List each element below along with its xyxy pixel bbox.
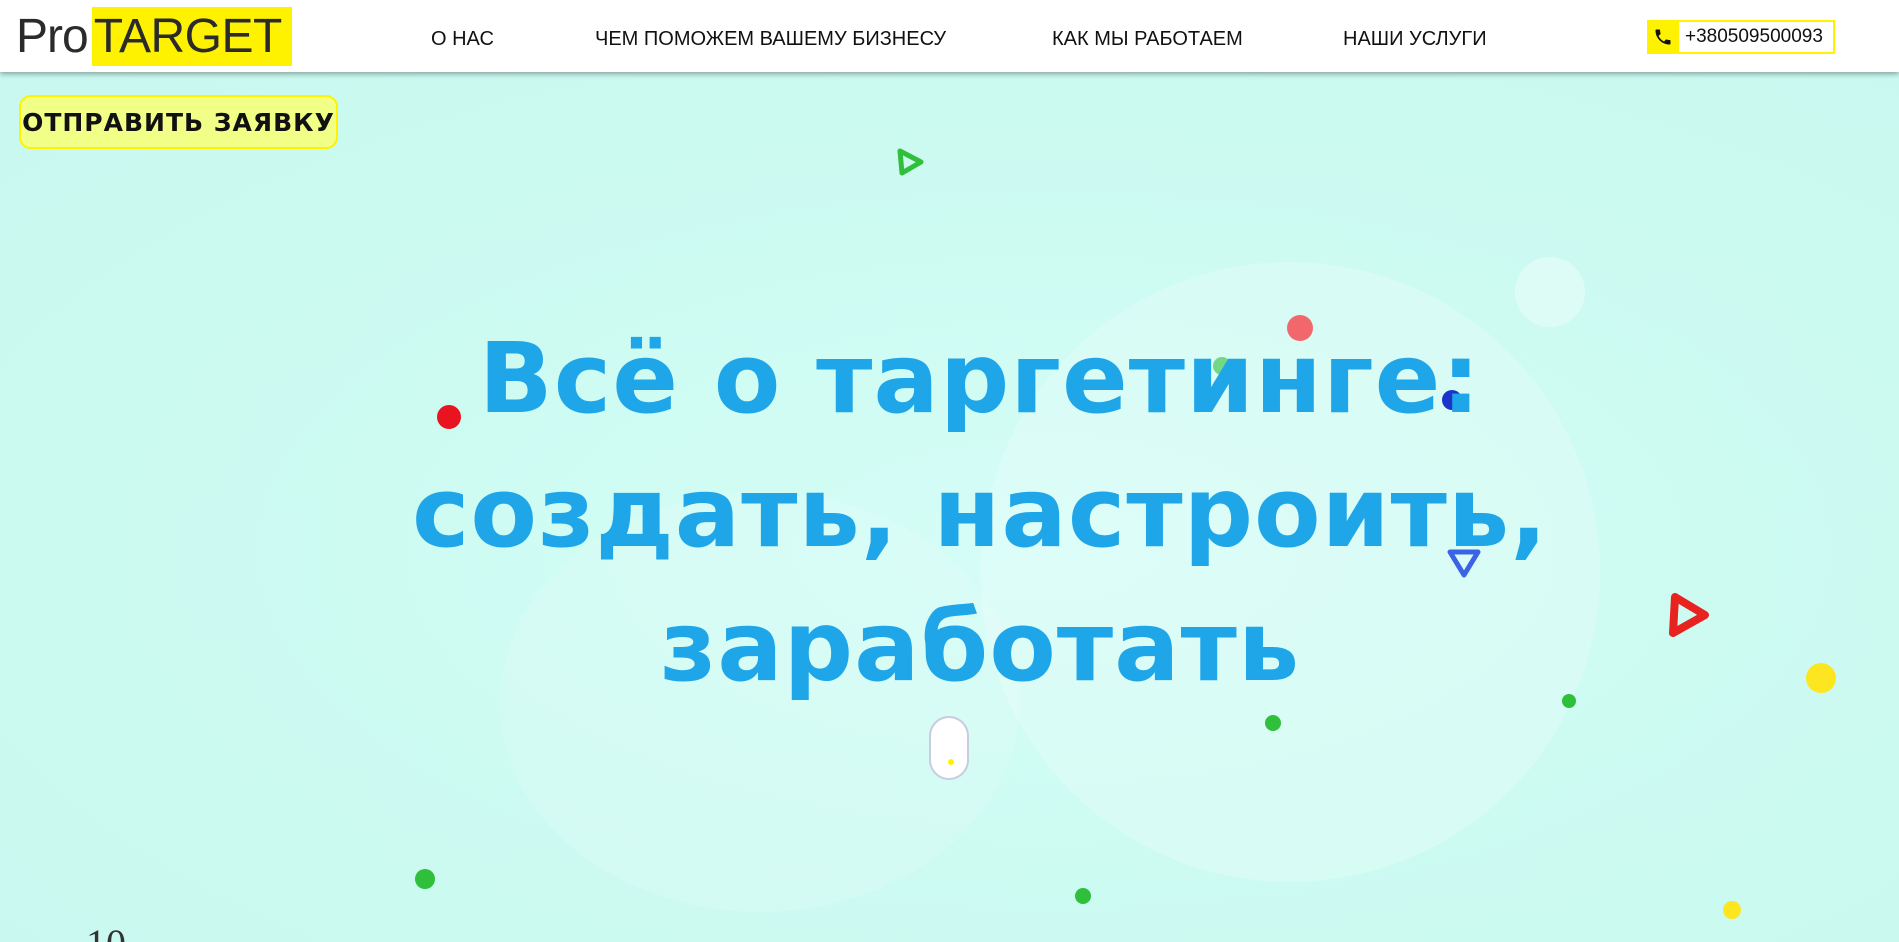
send-request-button[interactable]: ОТПРАВИТЬ ЗАЯВКУ [19, 95, 338, 149]
hero-title-line: заработать [659, 590, 1301, 703]
scroll-indicator-dot [948, 759, 954, 765]
triangle-decoration [897, 148, 924, 176]
hero-title-line: Всё о таргетинге: [478, 322, 1482, 435]
dot-decoration [1723, 901, 1741, 919]
dot-decoration [415, 869, 435, 889]
section-heading-partial: 10 [86, 924, 126, 942]
triangle-decoration [1669, 593, 1709, 637]
logo-text-pro: Pro [16, 10, 89, 63]
phone-button[interactable]: +380509500093 [1647, 20, 1835, 54]
nav-link-about[interactable]: О НАС [431, 27, 494, 51]
nav-link-how-we-help[interactable]: ЧЕМ ПОМОЖЕМ ВАШЕМУ БИЗНЕСУ [595, 27, 946, 51]
site-logo[interactable]: Pro TARGET [16, 7, 292, 66]
dot-decoration [1075, 888, 1091, 904]
phone-icon [1647, 21, 1679, 53]
logo-text-target: TARGET [91, 7, 292, 66]
site-header: Pro TARGET О НАС ЧЕМ ПОМОЖЕМ ВАШЕМУ БИЗН… [0, 0, 1899, 72]
hero-title: Всё о таргетинге: создать, настроить, за… [380, 312, 1580, 714]
dot-decoration [1806, 663, 1836, 693]
phone-number: +380509500093 [1685, 26, 1823, 47]
scroll-down-indicator[interactable] [929, 716, 969, 780]
nav-link-how-we-work[interactable]: КАК МЫ РАБОТАЕМ [1052, 27, 1243, 51]
dot-decoration [1265, 715, 1281, 731]
hero-section: ОТПРАВИТЬ ЗАЯВКУ Всё о таргетинге: созда… [0, 72, 1899, 942]
nav-link-services[interactable]: НАШИ УСЛУГИ [1343, 27, 1487, 51]
hero-title-line: создать, настроить, [411, 456, 1549, 569]
